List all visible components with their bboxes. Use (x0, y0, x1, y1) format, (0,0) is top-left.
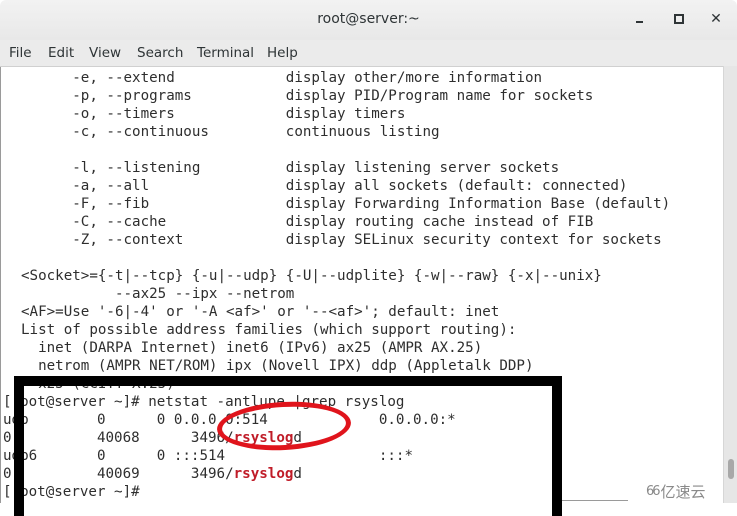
cloud-logo-icon: 66 (646, 483, 660, 499)
result-row: 0 40068 3496/rsyslogd (3, 429, 302, 447)
grep-match: rsyslog (233, 466, 294, 482)
result-row: udp 0 0 0.0.0.0:514 0.0.0.0:* (3, 411, 456, 429)
window-title: root@server:~ (317, 11, 420, 27)
scrollbar-thumb[interactable] (728, 459, 734, 479)
terminal-line: List of possible address families (which… (21, 322, 517, 338)
result-text: 0 40068 3496/ (3, 430, 234, 446)
result-text: d (293, 466, 302, 482)
result-text: 0 40069 3496/ (3, 466, 234, 482)
terminal-line: -e, --extend display other/more informat… (21, 70, 543, 86)
terminal-line: -F, --fib display Forwarding Information… (21, 196, 671, 212)
terminal-line: <Socket>={-t|--tcp} {-u|--udp} {-U|--udp… (21, 268, 602, 284)
terminal-line: inet (DARPA Internet) inet6 (IPv6) ax25 … (21, 340, 483, 356)
terminal-output[interactable]: -e, --extend display other/more informat… (0, 67, 723, 503)
menu-help[interactable]: Help (267, 45, 298, 61)
terminal-window: root@server:~ ✕ File Edit View Search Te… (0, 0, 737, 516)
title-bar[interactable]: root@server:~ ✕ (0, 0, 737, 40)
terminal-line: -a, --all display all sockets (default: … (21, 178, 628, 194)
watermark: 66 亿速云 (646, 480, 706, 502)
maximize-button[interactable] (668, 8, 690, 30)
watermark-text: 亿速云 (660, 482, 706, 501)
terminal-line: -p, --programs display PID/Program name … (21, 88, 594, 104)
terminal-line: x25 (CCITT X.25) (21, 376, 175, 392)
menu-edit[interactable]: Edit (48, 45, 74, 61)
terminal-line: --ax25 --ipx --netrom (21, 286, 295, 302)
close-button[interactable]: ✕ (705, 8, 727, 30)
terminal-line: -c, --continuous continuous listing (21, 124, 440, 140)
terminal-line: netrom (AMPR NET/ROM) ipx (Novell IPX) d… (21, 358, 534, 374)
terminal-line: -o, --timers display timers (21, 106, 406, 122)
result-row: udp6 0 0 :::514 :::* (3, 447, 413, 465)
grep-match: rsyslog (233, 430, 294, 446)
command-line: [root@server ~]# netstat -antlupe |grep … (3, 393, 404, 411)
result-text: udp6 0 0 :::514 :::* (3, 448, 413, 464)
result-text: d (293, 430, 302, 446)
shell-command: netstat -antlupe |grep rsyslog (148, 394, 405, 410)
menu-terminal[interactable]: Terminal (197, 45, 254, 61)
result-row: 0 40069 3496/rsyslogd (3, 465, 302, 483)
maximize-icon (674, 14, 684, 24)
menu-search[interactable]: Search (137, 45, 183, 61)
final-prompt: [root@server ~]# (3, 484, 140, 500)
vertical-scrollbar[interactable] (723, 66, 737, 503)
terminal-line: -C, --cache display routing cache instea… (21, 214, 594, 230)
minimize-icon (635, 21, 643, 23)
minimize-button[interactable] (628, 8, 650, 30)
shell-prompt: [root@server ~]# (3, 394, 149, 410)
menu-bar: File Edit View Search Terminal Help (0, 40, 737, 67)
terminal-line: -l, --listening display listening server… (21, 160, 560, 176)
terminal-line: <AF>=Use '-6|-4' or '-A <af>' or '--<af>… (21, 304, 500, 320)
close-icon: ✕ (710, 11, 722, 27)
menu-view[interactable]: View (89, 45, 121, 61)
terminal-line: -Z, --context display SELinux security c… (21, 232, 662, 248)
result-text: udp 0 0 0.0.0.0:514 0.0.0.0:* (3, 412, 456, 428)
divider (562, 500, 628, 501)
menu-file[interactable]: File (9, 45, 32, 61)
